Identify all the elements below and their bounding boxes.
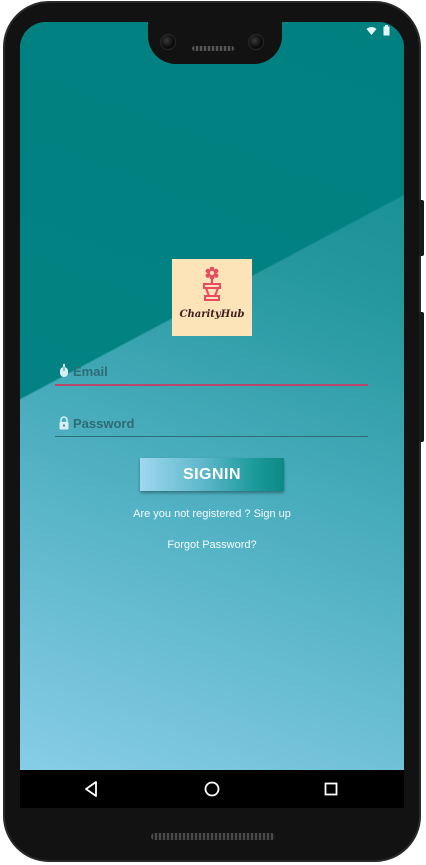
signin-button[interactable]: SIGNIN (140, 458, 284, 491)
lock-icon (59, 416, 69, 430)
app-screen: CharityHub SIGNIN Are you not registered… (20, 22, 404, 808)
bottom-speaker (151, 833, 275, 840)
signup-link[interactable]: Are you not registered ? Sign up (20, 508, 404, 520)
logo-text: CharityHub (179, 309, 245, 320)
email-input[interactable] (73, 360, 363, 382)
home-circle-icon[interactable] (203, 780, 221, 798)
email-icon (60, 364, 68, 377)
forgot-password-link[interactable]: Forgot Password? (20, 539, 404, 551)
power-button (419, 200, 424, 256)
earpiece-speaker (192, 46, 234, 51)
status-icons (366, 25, 390, 39)
back-triangle-icon[interactable] (83, 780, 101, 798)
front-camera-icon (248, 34, 264, 50)
password-input[interactable] (73, 412, 363, 434)
battery-icon (383, 25, 390, 36)
wifi-icon (366, 27, 377, 35)
app-logo: CharityHub (172, 259, 252, 336)
password-field[interactable] (55, 412, 368, 437)
recents-square-icon[interactable] (322, 780, 340, 798)
volume-button (419, 312, 424, 442)
camera-notch (148, 14, 282, 64)
front-camera-icon (160, 34, 176, 50)
email-field[interactable] (55, 360, 368, 386)
flower-pot-icon (203, 267, 221, 301)
navigation-bar (20, 770, 404, 808)
